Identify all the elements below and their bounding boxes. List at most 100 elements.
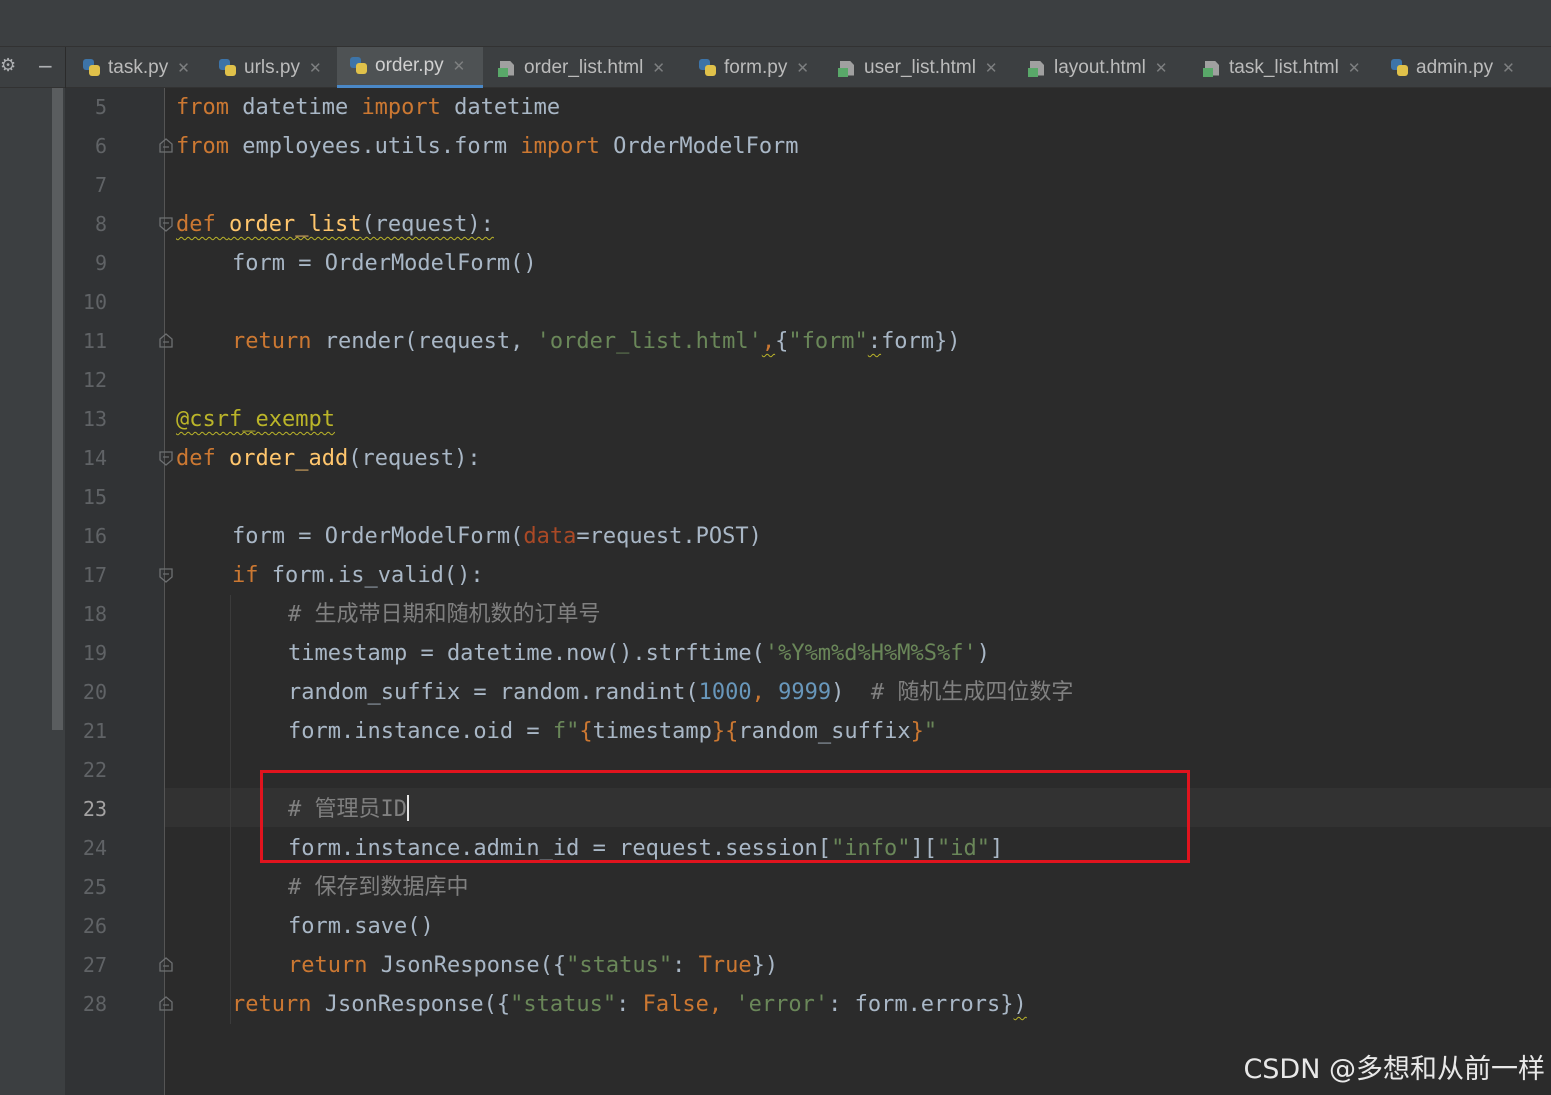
code-token: 'error' — [735, 992, 829, 1017]
fold-start-icon[interactable] — [158, 216, 174, 232]
tab-task-py[interactable]: task.py ✕ — [70, 47, 201, 88]
code-token: { — [775, 329, 789, 354]
line-number: 7 — [94, 173, 107, 197]
fold-end-icon[interactable] — [158, 333, 174, 349]
fold-end-icon[interactable] — [158, 957, 174, 973]
code-token: True — [698, 953, 752, 978]
close-icon[interactable]: ✕ — [1348, 59, 1361, 77]
close-icon[interactable]: ✕ — [309, 59, 322, 77]
code-line[interactable]: from employees.utils.form import OrderMo… — [176, 127, 799, 166]
code-token: { — [579, 719, 593, 744]
code-line[interactable]: timestamp = datetime.now().strftime('%Y%… — [288, 634, 990, 673]
tab-label: task.py — [108, 56, 169, 78]
tab-label: order.py — [375, 55, 444, 76]
code-token: "status" — [566, 953, 673, 978]
code-token: def — [176, 446, 229, 471]
python-file-icon — [218, 58, 238, 78]
code-line[interactable]: @csrf_exempt — [176, 400, 335, 439]
code-line[interactable]: if form.is_valid(): — [232, 556, 484, 595]
line-number: 27 — [82, 953, 107, 977]
line-number: 21 — [82, 719, 107, 743]
code-line[interactable]: # 生成带日期和随机数的订单号 — [288, 595, 601, 634]
code-token: "status" — [510, 992, 617, 1017]
code-token: ) — [976, 641, 990, 666]
code-line[interactable]: form.save() — [288, 907, 434, 946]
code-line[interactable]: from datetime import datetime — [176, 88, 560, 127]
code-line[interactable]: def order_add(request): — [176, 439, 481, 478]
python-file-icon — [1390, 58, 1410, 78]
watermark: CSDN @多想和从前一样 — [1243, 1054, 1545, 1085]
code-token: form.instance.oid = — [288, 719, 553, 744]
code-token: datetime — [228, 95, 362, 120]
tab-label: admin.py — [1416, 56, 1494, 78]
code-token: " — [923, 719, 938, 744]
tab-form-py[interactable]: form.py ✕ — [686, 47, 821, 88]
fold-start-icon[interactable] — [158, 567, 174, 583]
tab-admin-py[interactable]: admin.py ✕ — [1378, 47, 1538, 88]
close-icon[interactable]: ✕ — [177, 59, 190, 77]
code-line[interactable]: return JsonResponse({"status": False, 'e… — [232, 985, 1027, 1024]
code-token: , — [751, 680, 765, 705]
code-token: import — [520, 134, 600, 159]
line-number: 15 — [82, 485, 107, 509]
code-line[interactable]: form = OrderModelForm() — [232, 244, 537, 283]
tab-order-list-html[interactable]: order_list.html ✕ — [486, 47, 681, 88]
close-icon[interactable]: ✕ — [796, 59, 809, 77]
line-number: 18 — [82, 602, 107, 626]
code-token: # 生成带日期和随机数的订单号 — [288, 602, 601, 627]
tab-user-list-html[interactable]: user_list.html ✕ — [826, 47, 1011, 88]
tab-label: user_list.html — [864, 56, 976, 78]
close-icon[interactable]: ✕ — [985, 59, 998, 77]
code-token: random_suffix — [738, 719, 911, 744]
tab-task-list-html[interactable]: task_list.html ✕ — [1191, 47, 1373, 88]
tab-label: task_list.html — [1229, 56, 1339, 78]
code-token: ) — [831, 680, 871, 705]
line-number: 20 — [82, 680, 107, 704]
code-line[interactable]: form.instance.oid = f"{timestamp}{random… — [288, 712, 937, 751]
code-token: return — [232, 329, 312, 354]
code-token: random_suffix = random.randint( — [288, 680, 699, 705]
fold-end-icon[interactable] — [158, 996, 174, 1012]
tab-urls-py[interactable]: urls.py ✕ — [206, 47, 332, 88]
fold-start-icon[interactable] — [158, 450, 174, 466]
annotation-highlight-box — [260, 770, 1190, 863]
code-line[interactable]: # 保存到数据库中 — [288, 868, 469, 907]
python-file-icon — [82, 58, 102, 78]
close-icon[interactable]: ✕ — [453, 57, 466, 75]
code-token: return — [288, 953, 368, 978]
code-token: ) — [1013, 992, 1027, 1017]
close-icon[interactable]: ✕ — [1502, 59, 1515, 77]
line-number: 12 — [82, 368, 107, 392]
code-line[interactable]: form = OrderModelForm(data=request.POST) — [232, 517, 762, 556]
code-line[interactable]: def order_list(request): — [176, 205, 494, 244]
code-token: employees.utils.form — [228, 134, 521, 159]
code-token: 'order_list.html' — [536, 329, 762, 354]
code-token: order_add — [228, 446, 349, 471]
close-icon[interactable]: ✕ — [652, 59, 665, 77]
close-icon[interactable]: ✕ — [1155, 59, 1168, 77]
code-token: =request.POST) — [576, 524, 762, 549]
minimize-icon[interactable]: − — [37, 55, 55, 77]
line-number: 24 — [82, 836, 107, 860]
fold-end-icon[interactable] — [158, 138, 174, 154]
code-token: # 随机生成四位数字 — [870, 680, 1074, 705]
gear-icon[interactable]: ⚙ — [0, 55, 18, 77]
code-token: # 保存到数据库中 — [288, 875, 469, 900]
code-token: form = OrderModelForm() — [232, 251, 537, 276]
code-line[interactable]: return JsonResponse({"status": True}) — [288, 946, 778, 985]
line-number: 26 — [82, 914, 107, 938]
code-line[interactable]: random_suffix = random.randint(1000, 999… — [288, 673, 1073, 712]
code-line[interactable]: return render(request, 'order_list.html'… — [232, 322, 961, 361]
code-token: from — [176, 134, 229, 159]
line-number: 17 — [82, 563, 107, 587]
tab-order-py[interactable]: order.py ✕ — [337, 47, 483, 88]
code-token: , — [761, 329, 776, 354]
project-scrollbar[interactable] — [52, 88, 63, 730]
tab-label: order_list.html — [524, 56, 644, 78]
line-number: 13 — [82, 407, 107, 431]
code-token: : form.errors} — [828, 992, 1014, 1017]
code-token: : — [616, 992, 643, 1017]
html-file-icon — [1203, 58, 1223, 78]
html-file-icon — [1028, 58, 1048, 78]
tab-layout-html[interactable]: layout.html ✕ — [1016, 47, 1186, 88]
